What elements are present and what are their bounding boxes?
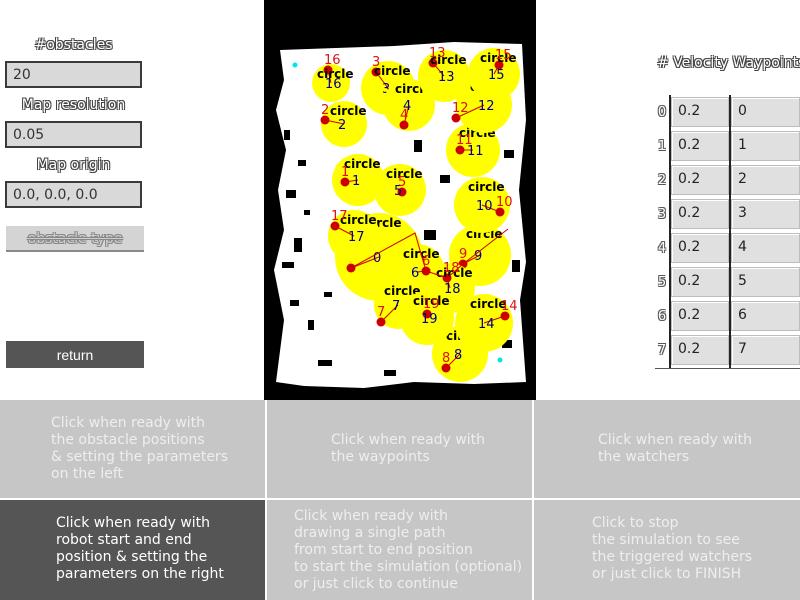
- obstacle-id-label: 7: [392, 299, 400, 314]
- obstacle-marker-label: 14: [501, 299, 518, 314]
- obstacle-marker-label: 8: [442, 351, 450, 366]
- obstacle-id-label: 2: [338, 118, 346, 133]
- obstacle-id-label: 12: [478, 99, 495, 114]
- waypoint-id-cell[interactable]: 1: [731, 131, 800, 161]
- map-origin-label: Map origin: [36, 157, 111, 173]
- waypoint-row-index: 7: [657, 343, 667, 358]
- obstacles-ready-button[interactable]: Click when ready with the obstacle posit…: [0, 400, 267, 500]
- obstacle-id-label: 1: [352, 174, 360, 189]
- waypoint-id-cell[interactable]: 7: [731, 335, 800, 365]
- obstacle-id-label: 15: [488, 68, 505, 83]
- table-bottom-border: [655, 368, 800, 369]
- obstacle-type-label: circle: [468, 180, 505, 194]
- obstacle-marker-label: 1: [341, 165, 349, 180]
- waypoint-row-index: 6: [657, 309, 667, 324]
- path-ready-button[interactable]: Click when ready with drawing a single p…: [267, 500, 534, 600]
- obstacle-marker-label: 17: [331, 209, 348, 224]
- waypoint-row-index: 3: [657, 207, 667, 222]
- waypoint-id-cell[interactable]: 0: [731, 97, 800, 127]
- obstacle-id-label: 10: [476, 199, 493, 214]
- obstacle-marker-label: 2: [321, 103, 329, 118]
- waypoint-row-index: 0: [657, 105, 667, 120]
- obstacles-label: #obstacles: [34, 37, 113, 53]
- table-column-divider: [729, 95, 731, 369]
- obstacle-marker-label: 3: [372, 55, 380, 70]
- occupancy-map[interactable]: circle00circle11circle22circle33circle44…: [264, 0, 536, 400]
- obstacle-id-label: 6: [411, 266, 419, 281]
- velocity-waypoints-title: # Velocity Waypoints: [657, 55, 800, 71]
- waypoint-velocity-cell[interactable]: 0.2: [671, 97, 729, 127]
- return-button[interactable]: return: [6, 341, 144, 368]
- obstacle-id-label: 8: [454, 348, 462, 363]
- waypoint-velocity-cell[interactable]: 0.2: [671, 199, 729, 229]
- waypoints-ready-text: Click when ready with the waypoints: [331, 432, 486, 465]
- obstacle-marker-label: 10: [496, 195, 513, 210]
- obstacle-type-label: circle: [330, 104, 367, 118]
- watchers-ready-button[interactable]: Click when ready with the watchers: [534, 400, 800, 500]
- obstacle-type-label: circle: [344, 157, 381, 171]
- waypoint-id-cell[interactable]: 2: [731, 165, 800, 195]
- stop-simulation-button[interactable]: Click to stop the simulation to see the …: [534, 500, 800, 600]
- obstacle-marker-label: 19: [423, 297, 440, 312]
- obstacle-marker-label: 5: [398, 175, 406, 190]
- waypoint-row-index: 1: [657, 139, 667, 154]
- waypoints-ready-button[interactable]: Click when ready with the waypoints: [267, 400, 534, 500]
- robot-ready-text: Click when ready with robot start and en…: [56, 515, 224, 582]
- obstacle-marker-label: 16: [324, 53, 341, 68]
- obstacle-id-label: 14: [478, 317, 495, 332]
- path-ready-text: Click when ready with drawing a single p…: [294, 508, 523, 592]
- obstacle-type-button[interactable]: obstacle type: [6, 226, 144, 252]
- obstacle-marker-label: 9: [459, 247, 467, 262]
- obstacle-id-label: 13: [438, 70, 455, 85]
- waypoint-row-index: 4: [657, 241, 667, 256]
- waypoint-velocity-cell[interactable]: 0.2: [671, 301, 729, 331]
- waypoint-row-index: 5: [657, 275, 667, 290]
- waypoint-row-index: 2: [657, 173, 667, 188]
- waypoint-velocity-cell[interactable]: 0.2: [671, 131, 729, 161]
- obstacles-count-input[interactable]: [5, 61, 142, 88]
- waypoint-id-cell[interactable]: 3: [731, 199, 800, 229]
- robot-ready-button[interactable]: Click when ready with robot start and en…: [0, 500, 267, 600]
- waypoint-velocity-cell[interactable]: 0.2: [671, 267, 729, 297]
- obstacle-marker-label: 15: [495, 48, 512, 63]
- obstacle-marker-label: 4: [400, 108, 408, 123]
- map-resolution-input[interactable]: [5, 121, 142, 148]
- obstacle-id-label: 16: [325, 77, 342, 92]
- waypoint-id-cell[interactable]: 5: [731, 267, 800, 297]
- obstacle-marker-label: 11: [456, 133, 473, 148]
- waypoint-id-cell[interactable]: 6: [731, 301, 800, 331]
- obstacle-id-label: 9: [474, 249, 482, 264]
- obstacle-circle[interactable]: circle1515: [468, 48, 520, 100]
- waypoint-velocity-cell[interactable]: 0.2: [671, 335, 729, 365]
- map-origin-input[interactable]: [5, 181, 142, 208]
- obstacle-marker-label: 7: [377, 305, 385, 320]
- waypoint-id-cell[interactable]: 4: [731, 233, 800, 263]
- stop-simulation-text: Click to stop the simulation to see the …: [592, 515, 753, 582]
- obstacles-ready-text: Click when ready with the obstacle posit…: [51, 415, 228, 482]
- obstacle-marker-label: 13: [429, 46, 446, 61]
- obstacle-circle[interactable]: circle55: [374, 164, 426, 216]
- obstacle-id-label: 19: [421, 312, 438, 327]
- obstacle-circle[interactable]: circle1717: [328, 209, 380, 262]
- goal-marker[interactable]: [292, 62, 298, 68]
- watchers-ready-text: Click when ready with the watchers: [598, 432, 753, 465]
- map-resolution-label: Map resolution: [21, 97, 126, 113]
- obstacle-circle[interactable]: circle1919: [400, 291, 454, 345]
- waypoint-velocity-cell[interactable]: 0.2: [671, 165, 729, 195]
- goal-marker[interactable]: [497, 357, 503, 363]
- obstacle-id-label: 17: [348, 230, 365, 245]
- waypoint-velocity-cell[interactable]: 0.2: [671, 233, 729, 263]
- obstacle-marker-label: 12: [452, 101, 469, 116]
